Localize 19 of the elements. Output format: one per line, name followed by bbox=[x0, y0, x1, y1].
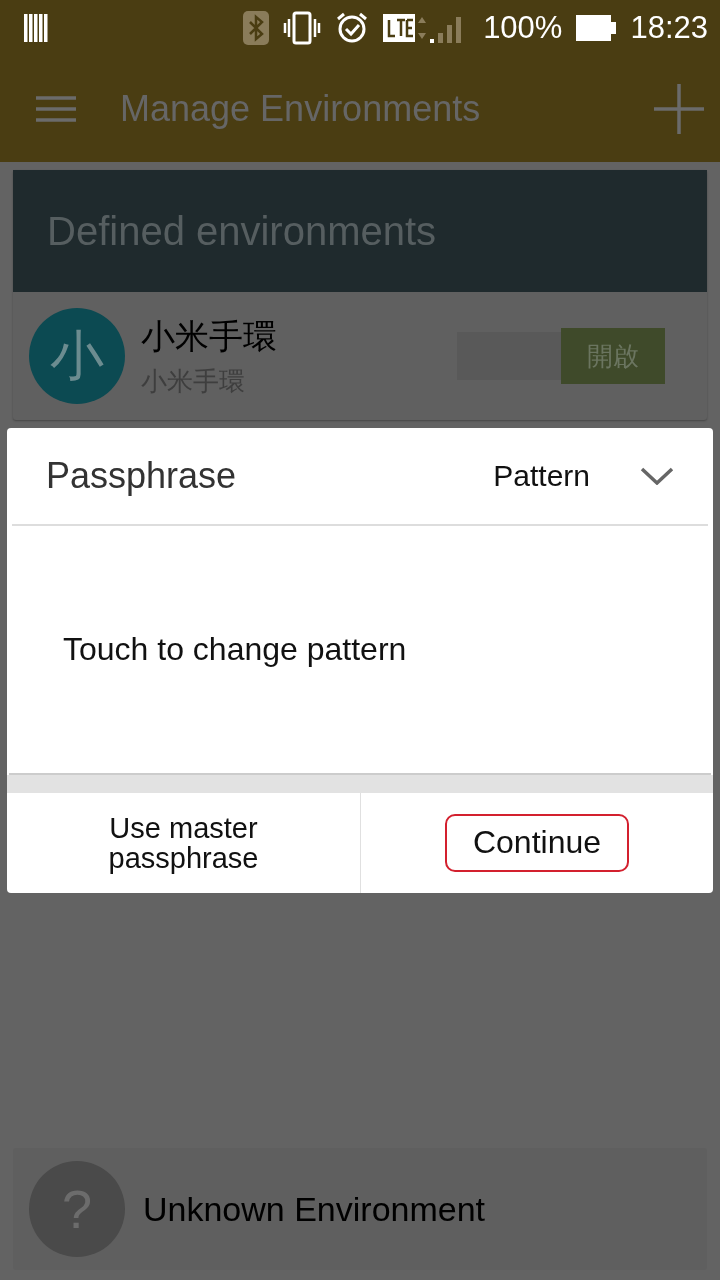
chevron-down-icon[interactable] bbox=[640, 467, 674, 485]
environment-name: Unknown Environment bbox=[143, 1189, 486, 1229]
battery-icon bbox=[576, 14, 617, 41]
pattern-message[interactable]: Touch to change pattern bbox=[63, 631, 407, 668]
clock-time: 18:23 bbox=[630, 9, 708, 46]
sim-card-icon bbox=[24, 13, 48, 42]
avatar-circle: ? bbox=[29, 1161, 125, 1257]
app-title: Manage Environments bbox=[120, 87, 482, 130]
avatar-circle: 小 bbox=[29, 308, 125, 404]
battery-percentage: 100% bbox=[483, 9, 563, 46]
mode-dropdown[interactable]: Pattern bbox=[493, 459, 590, 493]
menu-icon[interactable] bbox=[36, 95, 76, 122]
add-icon[interactable] bbox=[654, 83, 704, 134]
continue-button[interactable]: Continue bbox=[444, 814, 630, 872]
vibrate-icon bbox=[283, 10, 322, 45]
environment-name: 小米手環 bbox=[141, 315, 278, 357]
bluetooth-icon bbox=[243, 10, 270, 45]
alarm-icon bbox=[335, 10, 370, 45]
dialog-title: Passphrase bbox=[46, 455, 238, 497]
